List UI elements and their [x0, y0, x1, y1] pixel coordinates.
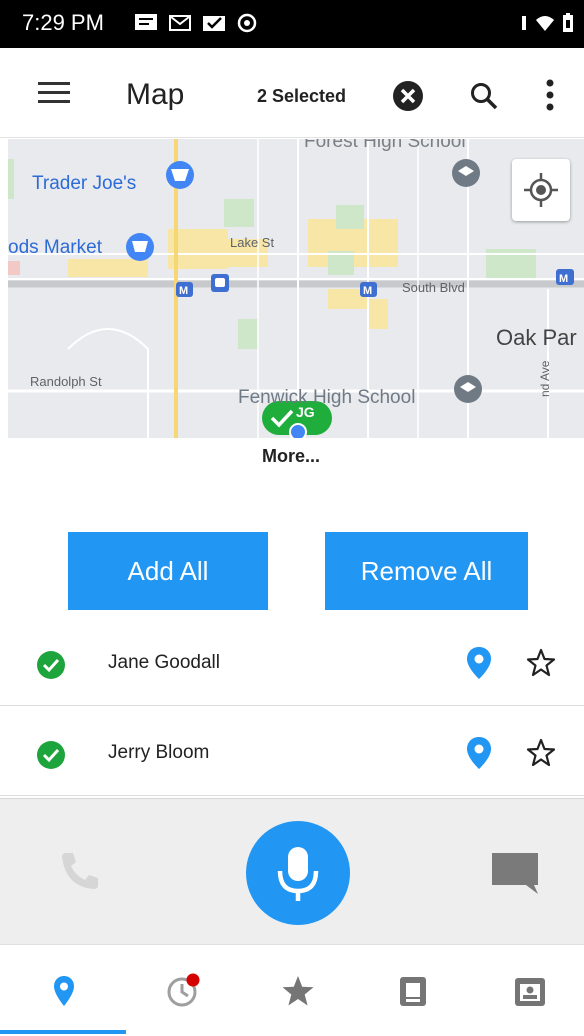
phone-icon[interactable]	[58, 849, 102, 893]
selected-check-icon[interactable]	[36, 740, 66, 770]
contact-name: Jerry Bloom	[108, 742, 210, 763]
map-label-randolph-st: Randolph St	[30, 374, 102, 389]
contact-card-icon[interactable]	[512, 973, 548, 1009]
bottom-navigation	[0, 944, 584, 1036]
chat-icon[interactable]	[490, 851, 540, 895]
contact-marker-initials: JG	[296, 404, 315, 420]
notification-icons	[134, 12, 258, 34]
wifi-icon	[536, 16, 554, 31]
selected-check-icon[interactable]	[36, 650, 66, 680]
selection-count: 2 Selected	[257, 86, 347, 106]
metro-station-icon[interactable]: M	[176, 282, 193, 297]
status-bar: 7:29 PM	[0, 0, 584, 48]
map-label-fenwick-high-school: Fenwick High School	[238, 387, 416, 408]
location-pin-icon[interactable]	[466, 736, 492, 770]
star-icon[interactable]	[280, 973, 316, 1009]
favorite-star-icon[interactable]	[526, 738, 556, 768]
map-label-oak-park: Oak Par	[496, 325, 577, 350]
more-link[interactable]: More...	[262, 446, 320, 467]
microphone-icon	[277, 847, 319, 901]
trader-joes-pin-icon[interactable]	[166, 161, 194, 189]
my-location-button[interactable]	[512, 159, 570, 221]
map-label-forest-high-school: Forest High School	[304, 139, 466, 152]
contact-row[interactable]: Jerry Bloom	[0, 706, 584, 796]
mail-check-icon	[203, 16, 225, 31]
map-label-south-blvd: South Blvd	[402, 280, 465, 295]
page-title: Map	[126, 78, 185, 111]
gmail-icon	[169, 15, 191, 31]
svg-text:M: M	[363, 285, 372, 297]
message-icon	[135, 14, 157, 30]
app-toolbar: Map 2 Selected	[0, 48, 584, 138]
search-icon[interactable]	[468, 80, 500, 112]
status-time: 7:29 PM	[22, 10, 104, 35]
svg-text:M: M	[179, 285, 188, 297]
map-pin-icon[interactable]	[46, 973, 82, 1009]
my-location-icon	[524, 173, 558, 207]
active-tab-indicator	[0, 1030, 126, 1034]
school-pin-icon[interactable]	[454, 375, 482, 403]
school-pin-icon[interactable]	[452, 159, 480, 187]
add-all-button[interactable]: Add All	[68, 532, 268, 610]
contact-name: Jane Goodall	[108, 652, 220, 673]
metro-station-icon[interactable]: M	[360, 282, 377, 297]
contact-row[interactable]: Jane Goodall	[0, 616, 584, 706]
history-icon[interactable]	[164, 973, 200, 1009]
map-label-whole-foods: ods Market	[8, 237, 102, 258]
microphone-button[interactable]	[246, 821, 350, 925]
contacts-book-icon[interactable]	[396, 973, 432, 1009]
remove-all-button[interactable]: Remove All	[325, 532, 528, 610]
train-station-icon[interactable]	[211, 274, 229, 292]
favorite-star-icon[interactable]	[526, 648, 556, 678]
map-label-trader-joes: Trader Joe's	[32, 173, 137, 194]
svg-text:M: M	[559, 273, 568, 285]
map-label-lake-st: Lake St	[230, 235, 275, 250]
system-icons	[520, 12, 574, 34]
menu-icon[interactable]	[38, 78, 70, 108]
whole-foods-pin-icon[interactable]	[126, 233, 154, 261]
call-panel	[0, 798, 584, 944]
more-options-icon[interactable]	[540, 78, 560, 112]
metro-station-icon[interactable]: M	[556, 269, 574, 285]
location-pin-icon[interactable]	[466, 646, 492, 680]
clear-selection-icon[interactable]	[392, 80, 424, 112]
battery-icon	[563, 13, 573, 32]
sync-icon	[237, 13, 257, 33]
vibrate-icon	[522, 16, 526, 30]
map-view[interactable]: M M M Forest High School Trader Joe's od…	[8, 139, 584, 438]
map-label-ridgeland-ave: nd Ave	[538, 360, 552, 397]
